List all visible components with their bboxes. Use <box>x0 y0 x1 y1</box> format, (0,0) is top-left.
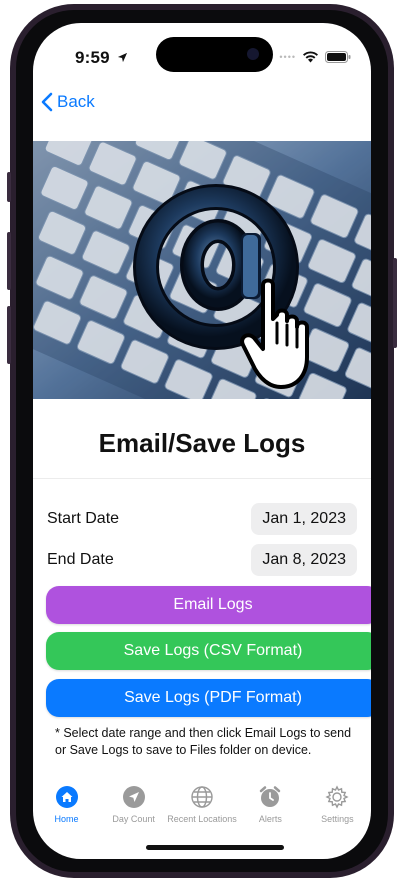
volume-up-button <box>7 232 11 290</box>
wifi-icon <box>303 51 318 63</box>
start-date-picker[interactable]: Jan 1, 2023 <box>251 503 357 535</box>
status-icons: •••• <box>279 51 351 63</box>
house-icon <box>55 785 79 809</box>
action-button <box>7 172 11 202</box>
back-button[interactable]: Back <box>41 92 95 112</box>
title-divider <box>33 478 371 479</box>
back-label: Back <box>57 92 95 111</box>
email-logs-button[interactable]: Email Logs <box>46 586 371 624</box>
power-button <box>393 258 397 348</box>
tab-alerts-label: Alerts <box>258 814 282 824</box>
end-date-label: End Date <box>47 551 114 568</box>
page-title: Email/Save Logs <box>98 428 306 458</box>
tab-settings[interactable]: Settings <box>304 785 371 845</box>
tab-home-label: Home <box>54 814 79 824</box>
dynamic-island <box>156 37 273 72</box>
camera-icon <box>247 48 259 60</box>
location-arrow-icon <box>122 785 146 809</box>
app-screen: 9:59 •••• Back Email/Save Logs Start Dat… <box>33 23 371 859</box>
gear-icon <box>325 785 349 809</box>
end-date-row: End Date Jan 8, 2023 <box>47 543 357 577</box>
cellular-signal-icon: •••• <box>279 52 296 62</box>
tab-alerts[interactable]: Alerts <box>237 785 304 845</box>
status-bar: 9:59 •••• <box>33 23 371 77</box>
tab-recent-locations-label: Recent Locations <box>167 814 237 824</box>
hero-image <box>33 141 371 399</box>
tab-settings-label: Settings <box>321 814 354 824</box>
start-date-row: Start Date Jan 1, 2023 <box>47 502 357 536</box>
tab-day-count[interactable]: Day Count <box>100 785 167 845</box>
instructions-note: * Select date range and then click Email… <box>55 726 352 757</box>
battery-icon <box>325 51 351 63</box>
status-time-text: 9:59 <box>75 48 110 67</box>
globe-icon <box>190 785 214 809</box>
chevron-left-icon <box>41 92 53 112</box>
volume-down-button <box>7 306 11 364</box>
end-date-picker[interactable]: Jan 8, 2023 <box>251 544 357 576</box>
alarm-icon <box>258 785 282 809</box>
start-date-label: Start Date <box>47 510 120 527</box>
tab-recent-locations[interactable]: Recent Locations <box>167 785 237 845</box>
tab-bar: Home Day Count Recent Locations Alerts S… <box>33 785 371 845</box>
save-csv-button[interactable]: Save Logs (CSV Format) <box>46 632 371 670</box>
keyboard-email-illustration <box>33 141 371 399</box>
tab-day-count-label: Day Count <box>112 814 155 824</box>
location-arrow-icon <box>117 52 127 63</box>
tab-home[interactable]: Home <box>33 785 100 845</box>
home-indicator <box>146 845 284 850</box>
save-pdf-button[interactable]: Save Logs (PDF Format) <box>46 679 371 717</box>
status-time: 9:59 <box>75 48 128 68</box>
